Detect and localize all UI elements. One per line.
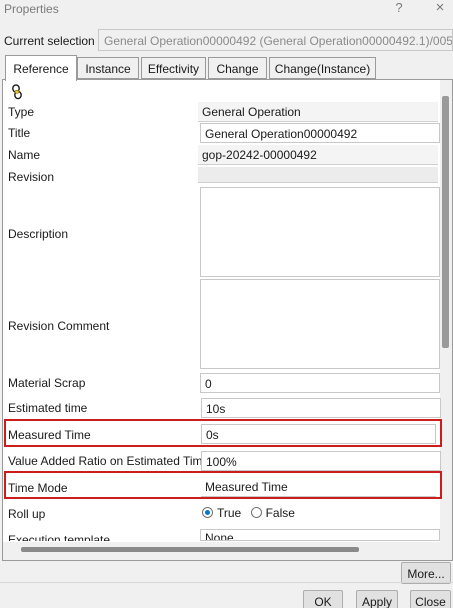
description-label: Description <box>8 227 69 241</box>
roll-up-label: Roll up <box>8 507 46 521</box>
revision-label: Revision <box>8 170 55 184</box>
measured-time-field[interactable]: 0s <box>201 424 436 444</box>
radio-unselected-icon <box>250 507 262 518</box>
close-window-button[interactable]: × <box>432 0 448 16</box>
name-label: Name <box>8 148 41 162</box>
tab-label: Effectivity <box>147 62 200 76</box>
tab-label: Reference <box>13 62 69 76</box>
revision-comment-label: Revision Comment <box>8 319 110 333</box>
execution-template-field[interactable]: None <box>200 529 440 541</box>
window-title: Properties <box>4 2 59 16</box>
roll-up-radio-group: True False <box>202 506 301 520</box>
title-bar: Properties ? × <box>0 0 453 22</box>
estimated-time-label: Estimated time <box>8 401 88 415</box>
value-added-ratio-field[interactable]: 100% <box>201 451 441 471</box>
current-selection-field[interactable]: General Operation00000492 (General Opera… <box>98 29 453 51</box>
tab-effectivity[interactable]: Effectivity <box>141 57 206 79</box>
roll-up-false-option[interactable]: False <box>250 506 295 520</box>
material-scrap-field[interactable]: 0 <box>200 373 440 393</box>
tab-change[interactable]: Change <box>208 57 267 79</box>
tab-reference[interactable]: Reference <box>5 55 77 81</box>
title-field[interactable]: General Operation00000492 <box>200 123 440 143</box>
tab-label: Instance <box>85 62 131 76</box>
ok-button[interactable]: OK <box>303 590 343 608</box>
roll-up-true-option[interactable]: True <box>202 506 241 520</box>
radio-selected-icon <box>202 507 213 518</box>
description-textarea[interactable] <box>200 187 440 277</box>
time-mode-field[interactable]: Measured Time <box>201 477 436 497</box>
execution-template-label: Execution template <box>8 533 111 541</box>
close-button[interactable]: Close <box>410 590 451 608</box>
estimated-time-field[interactable]: 10s <box>201 398 441 418</box>
material-scrap-label: Material Scrap <box>8 376 86 390</box>
measured-time-label: Measured Time <box>8 428 91 442</box>
roll-up-false-label: False <box>265 506 295 520</box>
type-label: Type <box>8 105 35 119</box>
type-field: General Operation <box>198 102 438 122</box>
more-button[interactable]: More... <box>401 562 451 584</box>
link-chain-icon <box>12 84 22 100</box>
apply-button[interactable]: Apply <box>356 590 398 608</box>
title-label: Title <box>8 126 31 140</box>
current-selection-label: Current selection : <box>4 34 102 48</box>
divider <box>0 582 453 583</box>
value-added-ratio-label: Value Added Ratio on Estimated Time <box>8 454 210 468</box>
name-field: gop-20242-00000492 <box>198 145 438 165</box>
roll-up-true-label: True <box>217 506 242 520</box>
tab-label: Change <box>216 62 259 76</box>
tab-change-instance[interactable]: Change(Instance) <box>269 57 376 79</box>
help-button[interactable]: ? <box>392 0 406 15</box>
tab-instance[interactable]: Instance <box>77 57 139 79</box>
time-mode-label: Time Mode <box>8 481 68 495</box>
revision-field <box>198 167 438 183</box>
revision-comment-textarea[interactable] <box>200 279 440 369</box>
horizontal-scrollbar-thumb[interactable] <box>21 547 359 552</box>
tab-label: Change(Instance) <box>274 62 371 76</box>
vertical-scrollbar-thumb[interactable] <box>442 96 449 348</box>
